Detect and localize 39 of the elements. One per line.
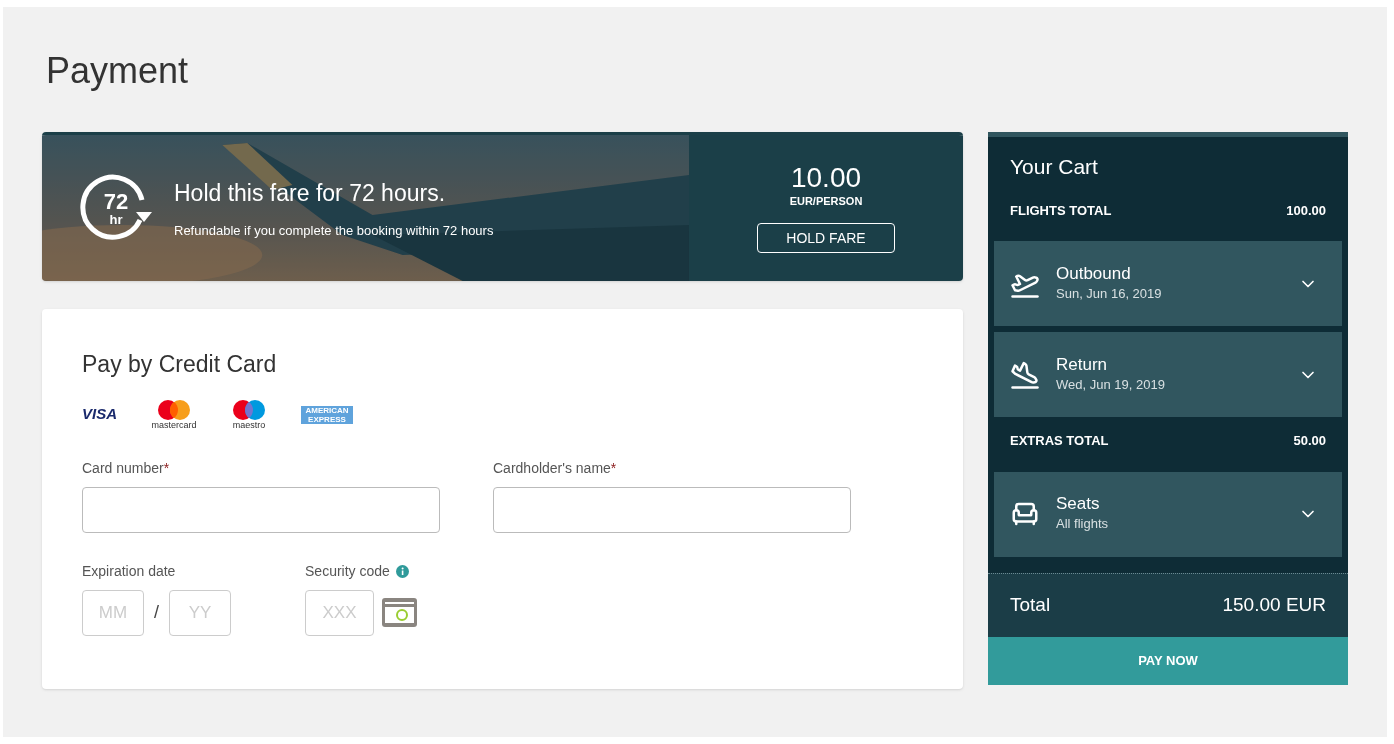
cart-title: Your Cart [1010, 154, 1099, 180]
cart-item[interactable]: Return Wed, Jun 19, 2019 [994, 332, 1342, 417]
visa-logo: VISA [82, 404, 118, 425]
field-label: Expiration date [82, 561, 177, 581]
page-title: Payment [46, 51, 190, 91]
card-back-icon [382, 598, 417, 627]
hold-heading: Hold this fare for 72 hours. [174, 179, 447, 208]
item-title: Seats [1056, 494, 1101, 515]
total-label: Total [1010, 592, 1051, 617]
item-subtitle: Wed, Jun 19, 2019 [1056, 375, 1166, 394]
section-total-label: FLIGHTS TOTAL [1010, 201, 1112, 220]
item-title: Outbound [1056, 263, 1132, 284]
text-field[interactable] [82, 486, 440, 533]
info-icon[interactable] [395, 564, 409, 578]
text-field[interactable] [493, 486, 851, 533]
field-label: Cardholder's name [493, 458, 611, 478]
section-total-amount: 100.00 [1286, 201, 1326, 220]
total-amount: 150.00 EUR [1222, 592, 1326, 617]
item-subtitle: All flights [1056, 515, 1110, 534]
hold-fare-button[interactable]: HOLD FARE [757, 223, 895, 254]
field-label: Security code [305, 561, 390, 581]
section-heading: Pay by Credit Card [82, 350, 278, 379]
field-label: Card number [82, 458, 164, 478]
required-mark: * [163, 458, 170, 478]
cart-item[interactable]: Seats All flights [994, 471, 1342, 557]
section-total-amount: 50.00 [1293, 432, 1326, 450]
section-total-label: EXTRAS TOTAL [1010, 432, 1109, 450]
price-unit: EUR/PERSON [789, 193, 863, 209]
amex-logo: AMERICAN EXPRESS [301, 405, 353, 424]
maestro-logo: maestro [226, 399, 272, 430]
hold-price: 10.00 [790, 162, 862, 193]
hold-subtext: Refundable if you complete the booking within 72 hours [174, 221, 494, 240]
item-subtitle: Sun, Jun 16, 2019 [1056, 284, 1163, 303]
mastercard-logo: mastercard [151, 399, 197, 430]
date-separator: / [154, 601, 159, 624]
item-title: Return [1056, 354, 1109, 375]
cart-item[interactable]: Outbound Sun, Jun 16, 2019 [994, 241, 1342, 326]
required-mark: * [610, 458, 617, 478]
plane-landing-icon [1010, 359, 1040, 390]
